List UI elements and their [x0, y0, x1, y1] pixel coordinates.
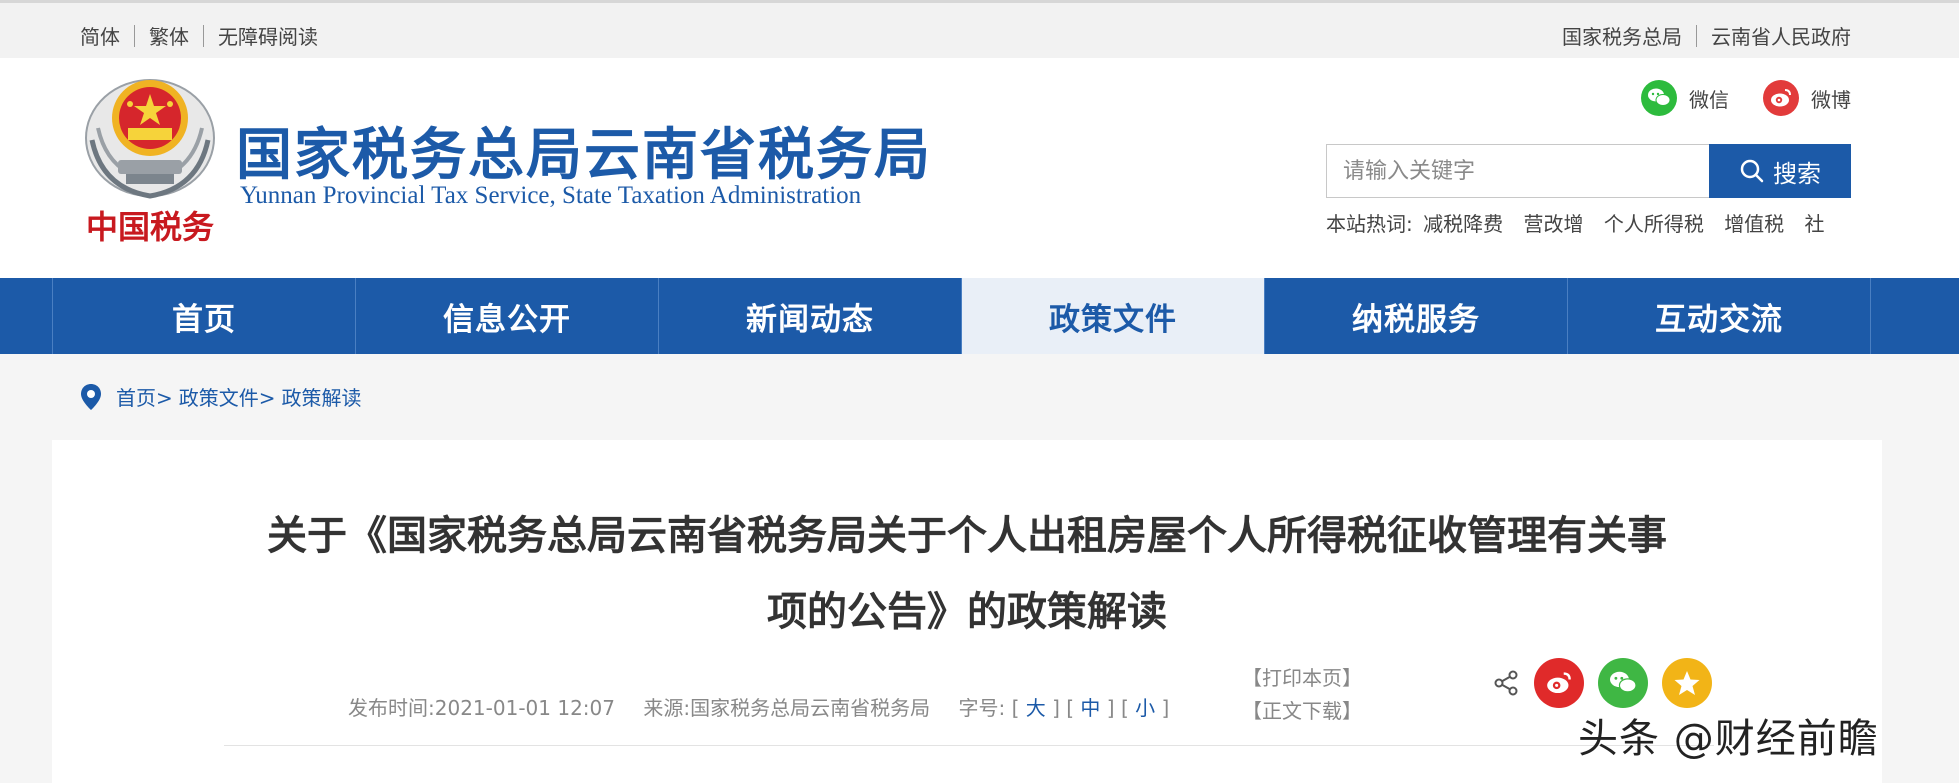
- language-switcher: 简体 繁体 无障碍阅读: [80, 21, 318, 50]
- star-icon: [1674, 671, 1700, 695]
- source-label: 来源:: [643, 696, 691, 720]
- weibo-link[interactable]: 微博: [1763, 80, 1851, 116]
- weibo-icon: [1547, 672, 1571, 694]
- font-size-bracket: ]: [1155, 696, 1170, 720]
- font-size-label: 字号:: [958, 696, 1006, 720]
- external-links: 国家税务总局 云南省人民政府: [1562, 21, 1851, 50]
- traditional-chinese-link[interactable]: 繁体: [149, 21, 189, 50]
- divider: [203, 24, 204, 47]
- accessibility-link[interactable]: 无障碍阅读: [218, 21, 318, 50]
- search-bar: 搜索: [1326, 144, 1851, 198]
- share-qzone-button[interactable]: [1662, 658, 1712, 708]
- social-links: 微信 微博: [1607, 80, 1851, 116]
- share-bar: [1492, 658, 1712, 708]
- wechat-icon: [1641, 80, 1677, 116]
- breadcrumb: 首页> 政策文件> 政策解读: [80, 382, 362, 411]
- font-size-small[interactable]: 小: [1135, 696, 1155, 720]
- breadcrumb-policy-documents[interactable]: 政策文件>: [179, 382, 276, 411]
- divider: [134, 24, 135, 47]
- article-title-line: 关于《国家税务总局云南省税务局关于个人出租房屋个人所得税征收管理有关事: [267, 513, 1667, 559]
- hotword-link[interactable]: 营改增: [1523, 212, 1583, 236]
- font-size-bracket: ] [: [1045, 696, 1081, 720]
- print-page-link[interactable]: 【打印本页】: [1242, 662, 1362, 695]
- search-icon: [1740, 159, 1764, 183]
- source: 国家税务总局云南省税务局: [690, 696, 931, 720]
- breadcrumb-policy-interpretation[interactable]: 政策解读: [282, 382, 362, 411]
- hotword-link[interactable]: 社: [1805, 212, 1825, 236]
- nav-item-tax-services[interactable]: 纳税服务: [1265, 278, 1568, 354]
- wechat-icon: [1610, 671, 1637, 693]
- search-button[interactable]: 搜索: [1709, 144, 1851, 198]
- weibo-label: 微博: [1811, 87, 1851, 112]
- share-weibo-button[interactable]: [1534, 658, 1584, 708]
- article-meta: 发布时间:2021-01-01 12:07 来源:国家税务总局云南省税务局 字号…: [348, 692, 1169, 721]
- font-size-bracket: ] [: [1100, 696, 1136, 720]
- yunnan-government-link[interactable]: 云南省人民政府: [1711, 21, 1851, 50]
- hotword-link[interactable]: 个人所得税: [1604, 212, 1704, 236]
- font-size-medium[interactable]: 中: [1080, 696, 1100, 720]
- svg-text:中国税务: 中国税务: [86, 208, 214, 246]
- article-title: 关于《国家税务总局云南省税务局关于个人出租房屋个人所得税征收管理有关事 项的公告…: [222, 498, 1712, 650]
- site-title-english: Yunnan Provincial Tax Service, State Tax…: [240, 182, 862, 209]
- simplified-chinese-link[interactable]: 简体: [80, 21, 120, 50]
- nav-item-news[interactable]: 新闻动态: [659, 278, 962, 354]
- hotwords-label: 本站热词:: [1326, 212, 1413, 236]
- nav-item-interaction[interactable]: 互动交流: [1568, 278, 1871, 354]
- nav-item-policy-documents[interactable]: 政策文件: [962, 278, 1265, 354]
- hotword-link[interactable]: 增值税: [1724, 212, 1784, 236]
- font-size-large[interactable]: 大: [1026, 696, 1046, 720]
- wechat-label: 微信: [1689, 87, 1729, 112]
- emblem-icon: 中国税务: [85, 79, 215, 246]
- share-wechat-button[interactable]: [1598, 658, 1648, 708]
- publish-time-label: 发布时间:: [348, 696, 435, 720]
- hotword-link[interactable]: 减税降费: [1423, 212, 1503, 236]
- divider: [1696, 24, 1697, 47]
- search-input[interactable]: [1326, 144, 1709, 198]
- breadcrumb-home[interactable]: 首页>: [116, 382, 173, 411]
- top-utility-bar: 简体 繁体 无障碍阅读 国家税务总局 云南省人民政府: [0, 0, 1959, 58]
- article-title-line: 项的公告》的政策解读: [767, 589, 1167, 635]
- download-text-link[interactable]: 【正文下载】: [1242, 695, 1362, 728]
- wechat-link[interactable]: 微信: [1641, 80, 1729, 116]
- hot-keywords: 本站热词: 减税降费 营改增 个人所得税 增值税 社: [1326, 208, 1839, 237]
- nav-item-information-disclosure[interactable]: 信息公开: [356, 278, 659, 354]
- site-title-chinese: 国家税务总局云南省税务局: [236, 123, 932, 188]
- site-header: 中国税务 国家税务总局云南省税务局 Yunnan Provincial Tax …: [0, 58, 1959, 278]
- publish-time: 2021-01-01 12:07: [434, 696, 615, 720]
- location-pin-icon: [81, 383, 101, 410]
- weibo-icon: [1763, 80, 1799, 116]
- meta-divider: [224, 745, 1714, 746]
- tax-emblem-logo[interactable]: 中国税务: [78, 68, 220, 258]
- main-navigation: 首页 信息公开 新闻动态 政策文件 纳税服务 互动交流: [0, 278, 1959, 354]
- article-tools: 【打印本页】 【正文下载】: [1242, 662, 1362, 728]
- font-size-bracket: [: [1011, 696, 1026, 720]
- search-button-label: 搜索: [1773, 159, 1821, 188]
- sta-link[interactable]: 国家税务总局: [1562, 21, 1682, 50]
- nav-item-home[interactable]: 首页: [53, 278, 356, 354]
- share-icon[interactable]: [1492, 669, 1520, 697]
- watermark: 头条 @财经前瞻: [1578, 716, 1879, 762]
